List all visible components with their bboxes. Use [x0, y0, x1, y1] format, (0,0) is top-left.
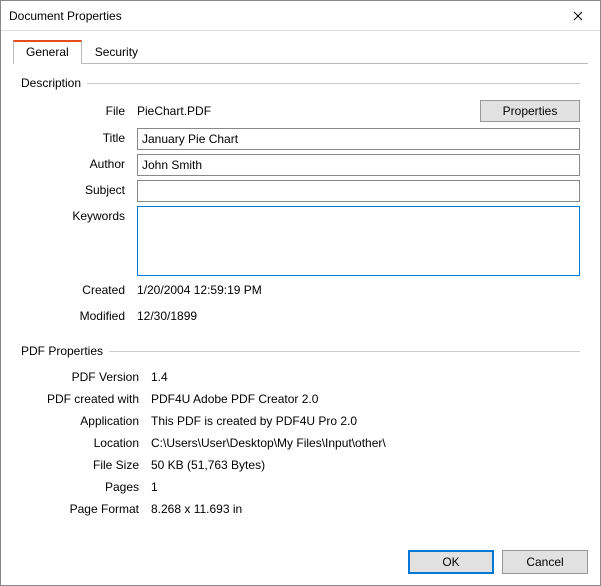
label-created: Created	[21, 280, 137, 297]
label-pageformat: Page Format	[21, 500, 151, 516]
value-modified: 12/30/1899	[137, 306, 580, 323]
value-file: PieChart.PDF	[137, 104, 472, 118]
value-pdfversion: 1.4	[151, 368, 580, 384]
tab-body-general: Description File PieChart.PDF Properties…	[13, 64, 588, 540]
tab-strip: General Security	[13, 39, 588, 64]
row-author: Author	[21, 154, 580, 176]
label-pdfversion: PDF Version	[21, 368, 151, 384]
row-pageformat: Page Format 8.268 x 11.693 in	[21, 500, 580, 520]
group-header-description: Description	[21, 76, 580, 90]
label-title: Title	[21, 128, 137, 145]
row-pdfversion: PDF Version 1.4	[21, 368, 580, 388]
value-location: C:\Users\User\Desktop\My Files\Input\oth…	[151, 434, 580, 450]
group-pdfprops: PDF Properties PDF Version 1.4 PDF creat…	[21, 344, 580, 520]
keywords-input[interactable]	[137, 206, 580, 276]
label-author: Author	[21, 154, 137, 171]
cancel-button[interactable]: Cancel	[502, 550, 588, 574]
window-title: Document Properties	[9, 9, 122, 23]
row-modified: Modified 12/30/1899	[21, 306, 580, 328]
row-file: File PieChart.PDF Properties	[21, 100, 580, 122]
row-pdfcreatedwith: PDF created with PDF4U Adobe PDF Creator…	[21, 390, 580, 410]
row-location: Location C:\Users\User\Desktop\My Files\…	[21, 434, 580, 454]
tab-general[interactable]: General	[13, 40, 82, 64]
content-area: General Security Description File PieCha…	[1, 31, 600, 540]
value-created: 1/20/2004 12:59:19 PM	[137, 280, 580, 297]
value-filesize: 50 KB (51,763 Bytes)	[151, 456, 580, 472]
title-input[interactable]	[137, 128, 580, 150]
ok-button[interactable]: OK	[408, 550, 494, 574]
row-title: Title	[21, 128, 580, 150]
row-filesize: File Size 50 KB (51,763 Bytes)	[21, 456, 580, 476]
dialog-window: Document Properties General Security Des…	[0, 0, 601, 586]
author-input[interactable]	[137, 154, 580, 176]
label-file: File	[21, 104, 137, 118]
close-button[interactable]	[555, 1, 600, 30]
label-pages: Pages	[21, 478, 151, 494]
value-application: This PDF is created by PDF4U Pro 2.0	[151, 412, 580, 428]
label-pdfcreatedwith: PDF created with	[21, 390, 151, 406]
properties-button[interactable]: Properties	[480, 100, 580, 122]
dialog-footer: OK Cancel	[1, 540, 600, 586]
row-created: Created 1/20/2004 12:59:19 PM	[21, 280, 580, 302]
label-modified: Modified	[21, 306, 137, 323]
group-label-pdfprops: PDF Properties	[21, 344, 109, 358]
titlebar: Document Properties	[1, 1, 600, 31]
divider	[109, 351, 580, 352]
close-icon	[573, 11, 583, 21]
row-keywords: Keywords	[21, 206, 580, 276]
subject-input[interactable]	[137, 180, 580, 202]
row-pages: Pages 1	[21, 478, 580, 498]
label-filesize: File Size	[21, 456, 151, 472]
tab-security[interactable]: Security	[82, 40, 151, 64]
group-header-pdfprops: PDF Properties	[21, 344, 580, 358]
label-application: Application	[21, 412, 151, 428]
divider	[87, 83, 580, 84]
label-keywords: Keywords	[21, 206, 137, 223]
label-subject: Subject	[21, 180, 137, 197]
group-description: Description File PieChart.PDF Properties…	[21, 76, 580, 328]
row-application: Application This PDF is created by PDF4U…	[21, 412, 580, 432]
row-subject: Subject	[21, 180, 580, 202]
value-pageformat: 8.268 x 11.693 in	[151, 500, 580, 516]
label-location: Location	[21, 434, 151, 450]
value-pages: 1	[151, 478, 580, 494]
group-label-description: Description	[21, 76, 87, 90]
value-pdfcreatedwith: PDF4U Adobe PDF Creator 2.0	[151, 390, 580, 406]
